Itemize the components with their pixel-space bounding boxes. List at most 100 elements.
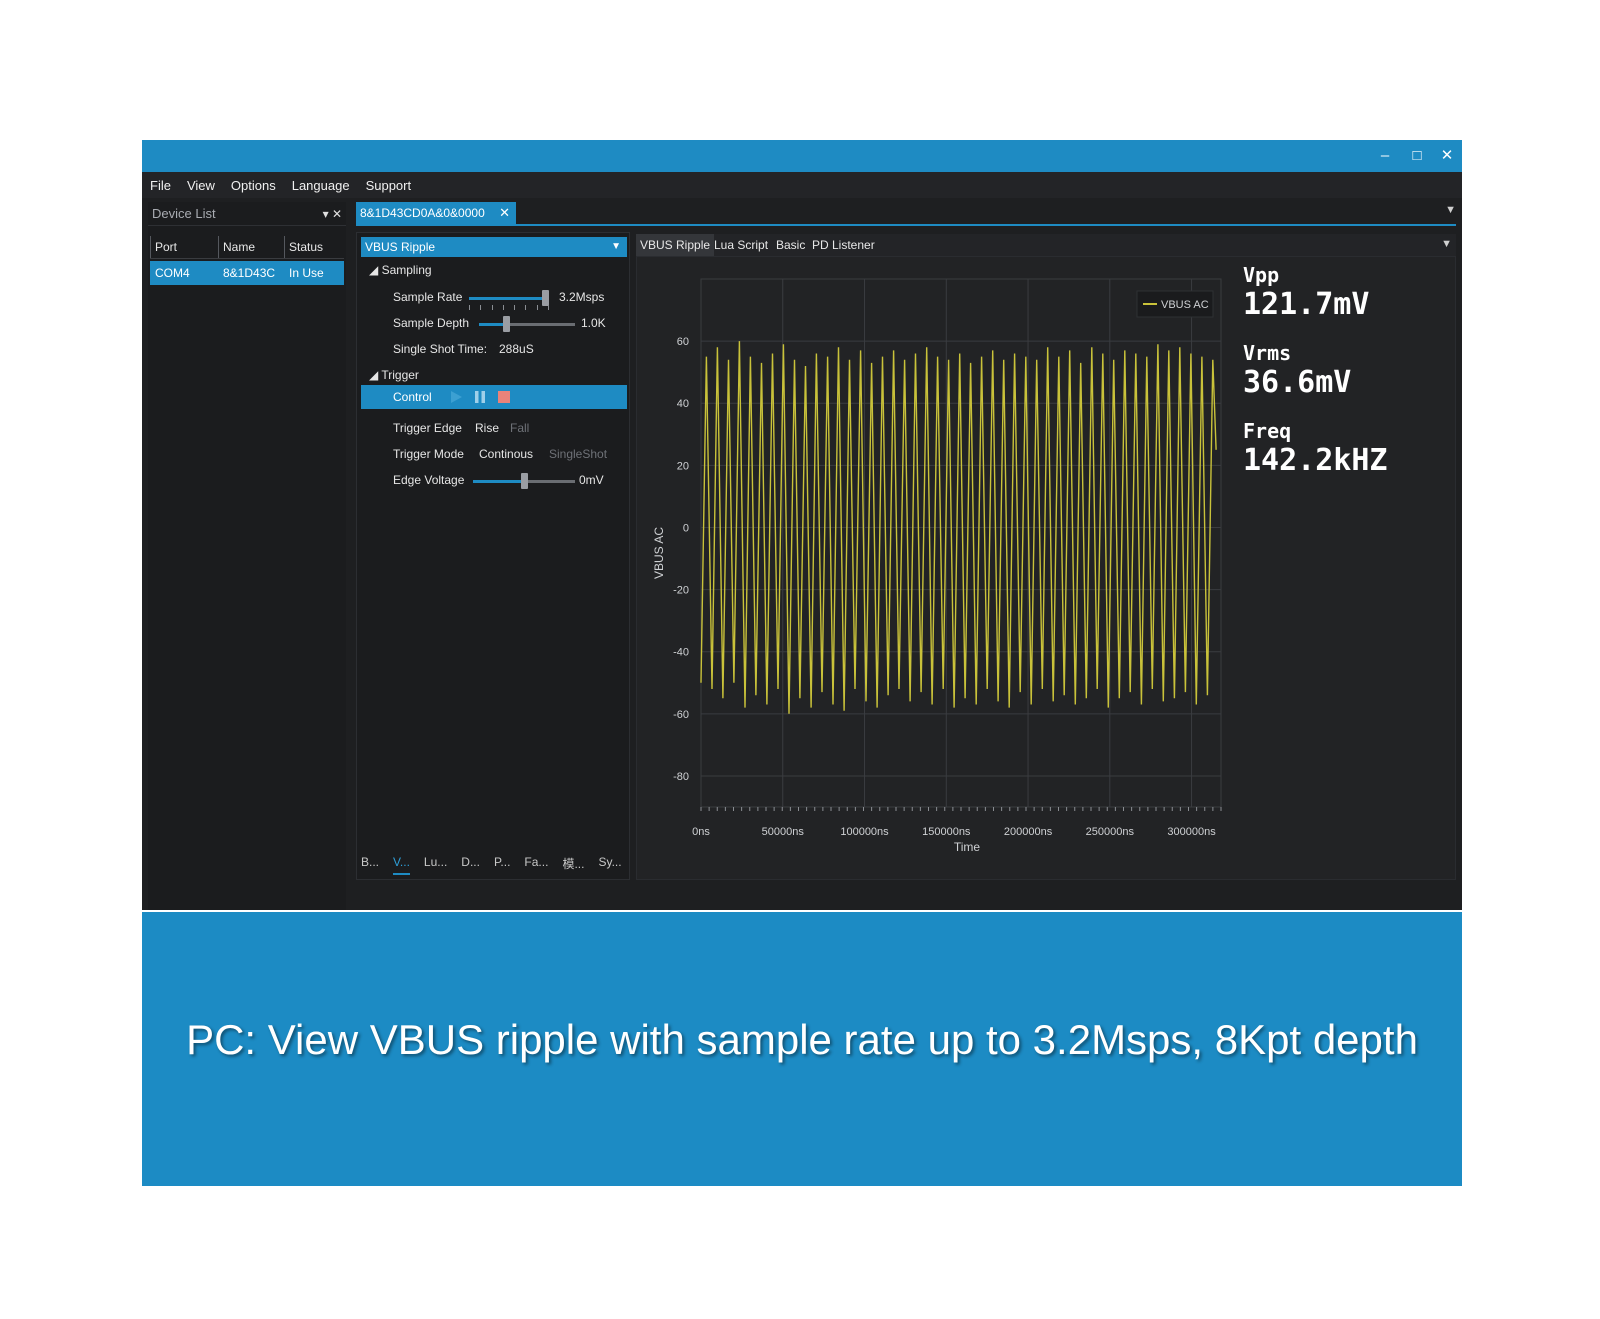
y-axis-label: VBUS AC (652, 527, 666, 579)
menu-bar: File View Options Language Support (142, 172, 1462, 198)
bottom-tab-lua[interactable]: Lu... (424, 855, 447, 875)
x-tick-label: 300000ns (1167, 826, 1216, 838)
y-tick-label: 40 (677, 398, 689, 410)
bottom-tab-fa[interactable]: Fa... (524, 855, 548, 875)
sample-rate-label: Sample Rate (393, 290, 463, 304)
pin-dropdown-icon[interactable]: ▾ (323, 207, 329, 221)
tab-pd-listener[interactable]: PD Listener (812, 234, 875, 256)
y-tick-label: 60 (677, 336, 689, 348)
menu-support[interactable]: Support (366, 178, 412, 193)
cell-status: In Use (289, 266, 324, 280)
pause-icon[interactable] (473, 390, 487, 404)
vrms-label: Vrms (1243, 341, 1292, 365)
chart-area: 0ns 50000ns 100000ns 150000ns 200000ns 250000… (636, 256, 1456, 880)
vrms-value: 36.6mV (1243, 365, 1352, 400)
group-trigger-label: Trigger (381, 368, 419, 382)
menu-file[interactable]: File (150, 178, 171, 193)
trigger-mode-singleshot[interactable]: SingleShot (549, 447, 607, 461)
sample-rate-value: 3.2Msps (559, 290, 605, 304)
column-status[interactable]: Status (284, 236, 344, 258)
sample-rate-slider[interactable] (469, 290, 549, 306)
bottom-tab-vbus[interactable]: V... (393, 855, 410, 875)
x-tick-label: 50000ns (762, 826, 805, 838)
device-table: Port Name Status COM4 8&1D43C In Use (150, 236, 344, 285)
x-tick-label: 250000ns (1086, 826, 1135, 838)
column-port[interactable]: Port (150, 236, 218, 258)
caption-band: PC: View VBUS ripple with sample rate up… (142, 912, 1462, 1186)
tab-vbus-ripple[interactable]: VBUS Ripple (636, 234, 715, 256)
play-icon[interactable] (449, 390, 463, 404)
sample-depth-slider[interactable] (479, 316, 575, 332)
y-tick-label: -40 (673, 647, 689, 659)
maximize-icon[interactable]: □ (1406, 146, 1428, 166)
y-tick-label: -80 (673, 771, 689, 783)
control-row: Control (361, 385, 627, 409)
group-sampling-label: Sampling (381, 263, 432, 277)
measurement-readouts: Vpp 121.7mV Vrms 36.6mV Freq 142.2kHZ (1243, 263, 1388, 497)
tab-overflow-icon[interactable]: ▼ (1441, 238, 1452, 250)
sample-rate-slider-thumb[interactable] (542, 290, 549, 306)
device-list-header: Device List ▾ ✕ (148, 202, 346, 226)
tab-device-document[interactable]: 8&1D43CD0A&0&0000 ✕ (356, 202, 516, 224)
trigger-edge-fall[interactable]: Fall (510, 421, 529, 435)
edge-voltage-slider-fill (473, 480, 524, 483)
freq-label: Freq (1243, 419, 1292, 443)
sample-depth-slider-thumb[interactable] (502, 316, 510, 332)
device-list-title: Device List (152, 206, 216, 221)
sample-depth-label: Sample Depth (393, 316, 470, 330)
app-window: – □ ✕ File View Options Language Support… (142, 140, 1462, 910)
bottom-tab-d[interactable]: D... (461, 855, 480, 875)
bottom-tab-p[interactable]: P... (494, 855, 510, 875)
y-tick-label: -60 (673, 709, 689, 721)
tab-overflow-icon[interactable]: ▼ (1445, 204, 1456, 216)
cell-name: 8&1D43C (223, 266, 276, 280)
group-trigger[interactable]: ◢ Trigger (369, 368, 419, 382)
device-list-panel: Device List ▾ ✕ Port Name Status COM4 8&… (148, 202, 346, 910)
trigger-mode-label: Trigger Mode (393, 447, 464, 461)
plot-background (700, 278, 1222, 808)
edge-voltage-slider-thumb[interactable] (521, 473, 528, 489)
vpp-label: Vpp (1243, 263, 1280, 287)
single-shot-label: Single Shot Time: (393, 342, 488, 356)
bottom-tab-basic[interactable]: B... (361, 855, 379, 875)
edge-voltage-slider[interactable] (473, 473, 575, 489)
x-tick-label: 200000ns (1004, 826, 1053, 838)
trigger-mode-continous[interactable]: Continous (479, 447, 533, 461)
panel-close-icon[interactable]: ✕ (332, 207, 342, 221)
menu-options[interactable]: Options (231, 178, 276, 193)
menu-view[interactable]: View (187, 178, 215, 193)
tab-lua-script[interactable]: Lua Script (714, 234, 768, 256)
vbus-ripple-chart[interactable]: 0ns 50000ns 100000ns 150000ns 200000ns 250000… (637, 257, 1237, 877)
menu-language[interactable]: Language (292, 178, 350, 193)
y-tick-label: -20 (673, 585, 689, 597)
settings-bottom-tabs: B... V... Lu... D... P... Fa... 模... Sy.… (361, 855, 627, 875)
y-tick-label: 0 (683, 522, 689, 534)
bottom-tab-mode[interactable]: 模... (562, 855, 584, 875)
device-table-header: Port Name Status (150, 236, 344, 259)
title-bar: – □ ✕ (142, 140, 1462, 172)
x-axis-label: Time (954, 840, 981, 854)
trigger-edge-rise[interactable]: Rise (475, 421, 499, 435)
column-name[interactable]: Name (218, 236, 284, 258)
minimize-icon[interactable]: – (1374, 146, 1396, 166)
single-shot-value: 288uS (499, 342, 534, 356)
close-icon[interactable]: ✕ (1436, 146, 1458, 166)
tab-close-icon[interactable]: ✕ (499, 202, 510, 224)
group-sampling[interactable]: ◢ Sampling (369, 263, 432, 277)
x-tick-label: 100000ns (840, 826, 889, 838)
trigger-edge-label: Trigger Edge (393, 421, 462, 435)
table-row[interactable]: COM4 8&1D43C In Use (150, 261, 344, 285)
mode-dropdown[interactable]: VBUS Ripple ▼ (361, 237, 627, 257)
bottom-tab-sy[interactable]: Sy... (598, 855, 621, 875)
stop-icon[interactable] (497, 390, 511, 404)
settings-panel: VBUS Ripple ▼ ◢ Sampling Sample Rate 3.2… (356, 232, 630, 880)
mode-dropdown-value: VBUS Ripple (365, 240, 436, 254)
vpp-value: 121.7mV (1243, 287, 1370, 322)
collapse-triangle-icon: ◢ (369, 368, 379, 382)
cell-port: COM4 (155, 266, 190, 280)
tab-basic[interactable]: Basic (776, 234, 805, 256)
edge-voltage-value: 0mV (579, 473, 604, 487)
freq-value: 142.2kHZ (1243, 443, 1388, 478)
sample-depth-value: 1.0K (581, 316, 606, 330)
tab-device-label: 8&1D43CD0A&0&0000 (360, 206, 485, 220)
